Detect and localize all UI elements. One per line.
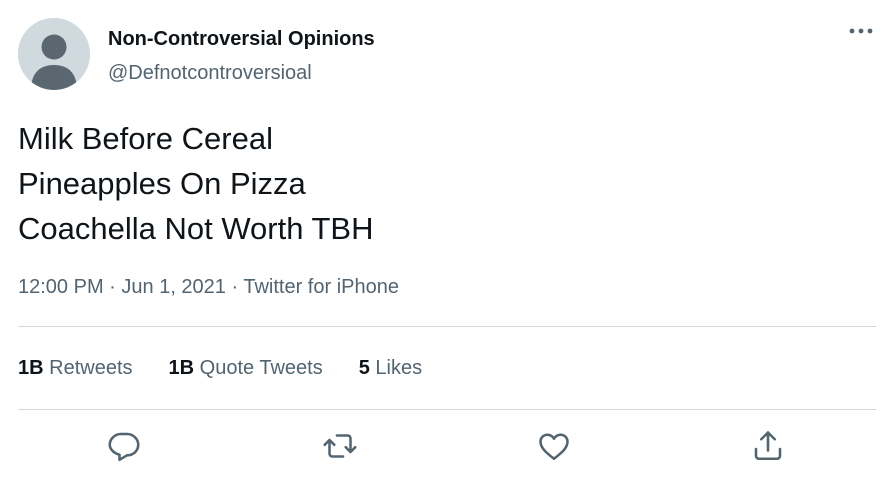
tweet-source[interactable]: Twitter for iPhone [243,276,399,298]
divider [18,326,876,327]
retweets-count: 1B [18,357,44,379]
more-horizontal-icon [849,28,873,34]
tweet-text-line: Coachella Not Worth TBH [18,211,374,246]
meta-separator: · [225,276,244,298]
tweet-date[interactable]: Jun 1, 2021 [121,276,226,298]
default-profile-icon [18,18,90,90]
engagement-stats: 1B Retweets 1B Quote Tweets 5 Likes [18,357,422,380]
quote-tweets-label: Quote Tweets [199,357,323,379]
tweet-time[interactable]: 12:00 PM [18,276,104,298]
likes-count: 5 [358,357,370,379]
tweet-text-line: Pineapples On Pizza [18,166,306,201]
share-button[interactable] [750,428,786,464]
tweet-text-line: Milk Before Cereal [18,121,273,156]
retweets-stat[interactable]: 1B Retweets [18,357,133,380]
tweet-metadata: 12:00 PM · Jun 1, 2021 · Twitter for iPh… [18,276,399,299]
reply-button[interactable] [106,428,142,464]
quote-tweets-stat[interactable]: 1B Quote Tweets [169,357,323,380]
tweet-card: Non-Controversial Opinions @Defnotcontro… [0,0,894,501]
more-options-button[interactable] [846,20,876,42]
like-button[interactable] [536,428,572,464]
user-display-name[interactable]: Non-Controversial Opinions [108,28,375,51]
likes-stat[interactable]: 5 Likes [359,357,422,380]
retweets-label: Retweets [49,357,133,379]
likes-label: Likes [375,357,423,379]
retweet-button[interactable] [322,428,358,464]
avatar[interactable] [18,18,90,90]
quote-tweets-count: 1B [168,357,195,379]
meta-separator: · [103,276,122,298]
share-icon [754,431,782,461]
action-bar [0,428,894,468]
tweet-text: Milk Before Cereal Pineapples On Pizza C… [18,116,374,251]
reply-icon [108,432,140,462]
heart-icon [539,433,569,461]
user-handle[interactable]: @Defnotcontroversioal [108,62,312,85]
retweet-icon [323,434,357,458]
divider [18,409,876,410]
